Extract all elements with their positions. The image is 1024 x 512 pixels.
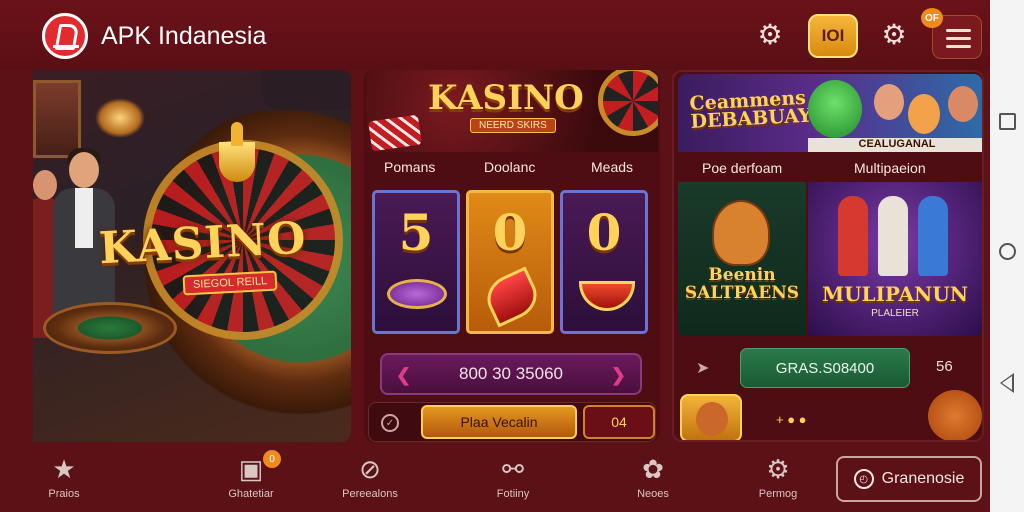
app-window: APK Indanesia ⚙ IOI ⚙ OF KASINO SIEGOL R…: [0, 0, 990, 512]
bet-row: ✓ Plaa Vecalin 04: [368, 402, 656, 442]
star-icon: ★: [52, 454, 76, 484]
back-icon[interactable]: [1000, 373, 1014, 393]
tab-multiplayer[interactable]: Multipaeion: [854, 160, 926, 176]
kasino-logo-text: KASINO: [97, 212, 308, 275]
nav-badge: 0: [263, 450, 281, 468]
nav-item-fotiiny[interactable]: ⚯ Fotiiny: [468, 450, 558, 508]
notification-badge: OF: [921, 8, 943, 28]
granenosie-button[interactable]: ◴ Granenosie: [836, 456, 982, 502]
chips-icon: [368, 114, 422, 152]
nav-item-pereealons[interactable]: ⊘ Pereealons: [325, 450, 415, 508]
small-roulette-icon: [43, 302, 177, 354]
slot-reel[interactable]: 0: [466, 190, 554, 334]
globe-icon: ✿: [642, 454, 664, 484]
reel-label: Doolanc: [484, 159, 536, 175]
reel-label: Meads: [591, 159, 634, 175]
slot-banner-sub: NEERD SKIRS: [470, 118, 556, 133]
reel-value: 0: [492, 203, 528, 262]
banner-strip: CEALUGANAL: [808, 138, 982, 152]
game-card-bear[interactable]: Beenin SALTPAENS: [678, 182, 806, 336]
system-nav-bar: [990, 0, 1024, 512]
multiplayer-panel: Ceammens DEBABUAY CEALUGANAL Poe derfoam…: [672, 70, 984, 442]
settings-gear-icon[interactable]: ⚙: [878, 18, 910, 50]
banner-title: Ceammens DEBABUAY: [689, 86, 813, 133]
header-bar: APK Indanesia ⚙ IOI ⚙ OF: [0, 0, 990, 70]
check-icon[interactable]: ✓: [381, 414, 399, 432]
chip-icon: [387, 279, 447, 309]
nav-label: Ghatetiar: [228, 488, 274, 500]
bear-character-icon: [712, 200, 770, 266]
reel-value: 5: [398, 203, 434, 262]
slot-game-panel: KASINO NEERD SKIRS Pomans Doolanc Meads …: [364, 70, 660, 442]
app-logo-icon[interactable]: [42, 13, 88, 59]
nav-item-ghatetiar[interactable]: ▣ 0 Ghatetiar: [206, 450, 296, 508]
nav-label: Praios: [48, 488, 80, 500]
slot-banner-title: KASINO: [428, 78, 584, 118]
amount-value: 800 30 35060: [459, 364, 563, 383]
character-icon: [878, 196, 908, 276]
count-value: 56: [936, 358, 953, 375]
fan-icon: [480, 266, 544, 328]
trophy-icon: [213, 122, 261, 212]
gear-icon: ⚙: [766, 454, 790, 484]
share-icon: ⚯: [502, 454, 524, 484]
roulette-icon: [598, 70, 658, 136]
slot-reel[interactable]: 0: [560, 190, 648, 334]
character-icon: [838, 196, 868, 276]
home-icon[interactable]: [999, 243, 1016, 260]
dealer-arm: [261, 70, 351, 110]
nav-label: Neoes: [637, 488, 669, 500]
cup-icon: [579, 281, 635, 311]
green-action-button[interactable]: GRAS.S08400: [740, 348, 910, 388]
coins-indicator: + ● ●: [776, 412, 807, 427]
nav-item-praios[interactable]: ★ Praios: [19, 450, 109, 508]
arrow-icon[interactable]: ➤: [696, 358, 709, 378]
card-title: Beenin SALTPAENS: [684, 265, 800, 303]
clock-icon: ◴: [853, 469, 874, 489]
bottom-nav: ★ Praios ▣ 0 Ghatetiar ⊘ Pereealons ⚯ Fo…: [33, 446, 990, 512]
wall-lamp: [95, 98, 145, 138]
recent-apps-icon[interactable]: [999, 113, 1016, 130]
card-title: MULIPANUN: [821, 282, 969, 306]
tab-poe[interactable]: Poe derfoam: [702, 160, 782, 176]
card-subtitle: PLALEIER: [871, 308, 919, 319]
characters-banner[interactable]: Ceammens DEBABUAY CEALUGANAL: [678, 74, 982, 152]
chevron-left-icon[interactable]: ❮: [396, 365, 411, 386]
character-icon: [908, 94, 940, 134]
game-card-multiplayer[interactable]: MULIPANUN PLALEIER: [808, 182, 982, 336]
compass-icon: ⊘: [359, 454, 381, 484]
nav-label: Pereealons: [342, 488, 398, 500]
frog-character-icon: [808, 80, 862, 138]
character-icon: [874, 84, 904, 120]
app-title: APK Indanesia: [101, 22, 267, 50]
slot-reel[interactable]: 5: [372, 190, 460, 334]
nav-item-permog[interactable]: ⚙ Permog: [733, 450, 823, 508]
nav-label: Permog: [758, 488, 798, 500]
slot-banner[interactable]: KASINO NEERD SKIRS: [366, 70, 658, 152]
gear-icon[interactable]: ⚙: [754, 18, 786, 50]
character-icon: [918, 196, 948, 276]
button-label: Granenosie: [881, 470, 965, 487]
place-bet-button[interactable]: Plaa Vecalin: [421, 405, 577, 439]
chevron-right-icon[interactable]: ❯: [611, 365, 626, 386]
nav-label: Fotiiny: [496, 488, 530, 500]
reel-value: 0: [586, 203, 622, 262]
featured-casino-panel[interactable]: KASINO SIEGOL REILL: [33, 70, 351, 442]
fox-avatar-icon[interactable]: [928, 390, 982, 440]
wallet-icon: ▣: [238, 454, 264, 484]
amount-selector[interactable]: ❮ 800 30 35060 ❯: [380, 353, 642, 395]
bear-avatar-icon[interactable]: [680, 394, 742, 440]
reel-label: Pomans: [384, 159, 436, 175]
character-icon: [948, 86, 978, 122]
wall-frame: [33, 80, 81, 158]
nav-item-neoes[interactable]: ✿ Neoes: [608, 450, 698, 508]
coin-button[interactable]: IOI: [808, 14, 858, 58]
count-button[interactable]: 04: [583, 405, 655, 439]
